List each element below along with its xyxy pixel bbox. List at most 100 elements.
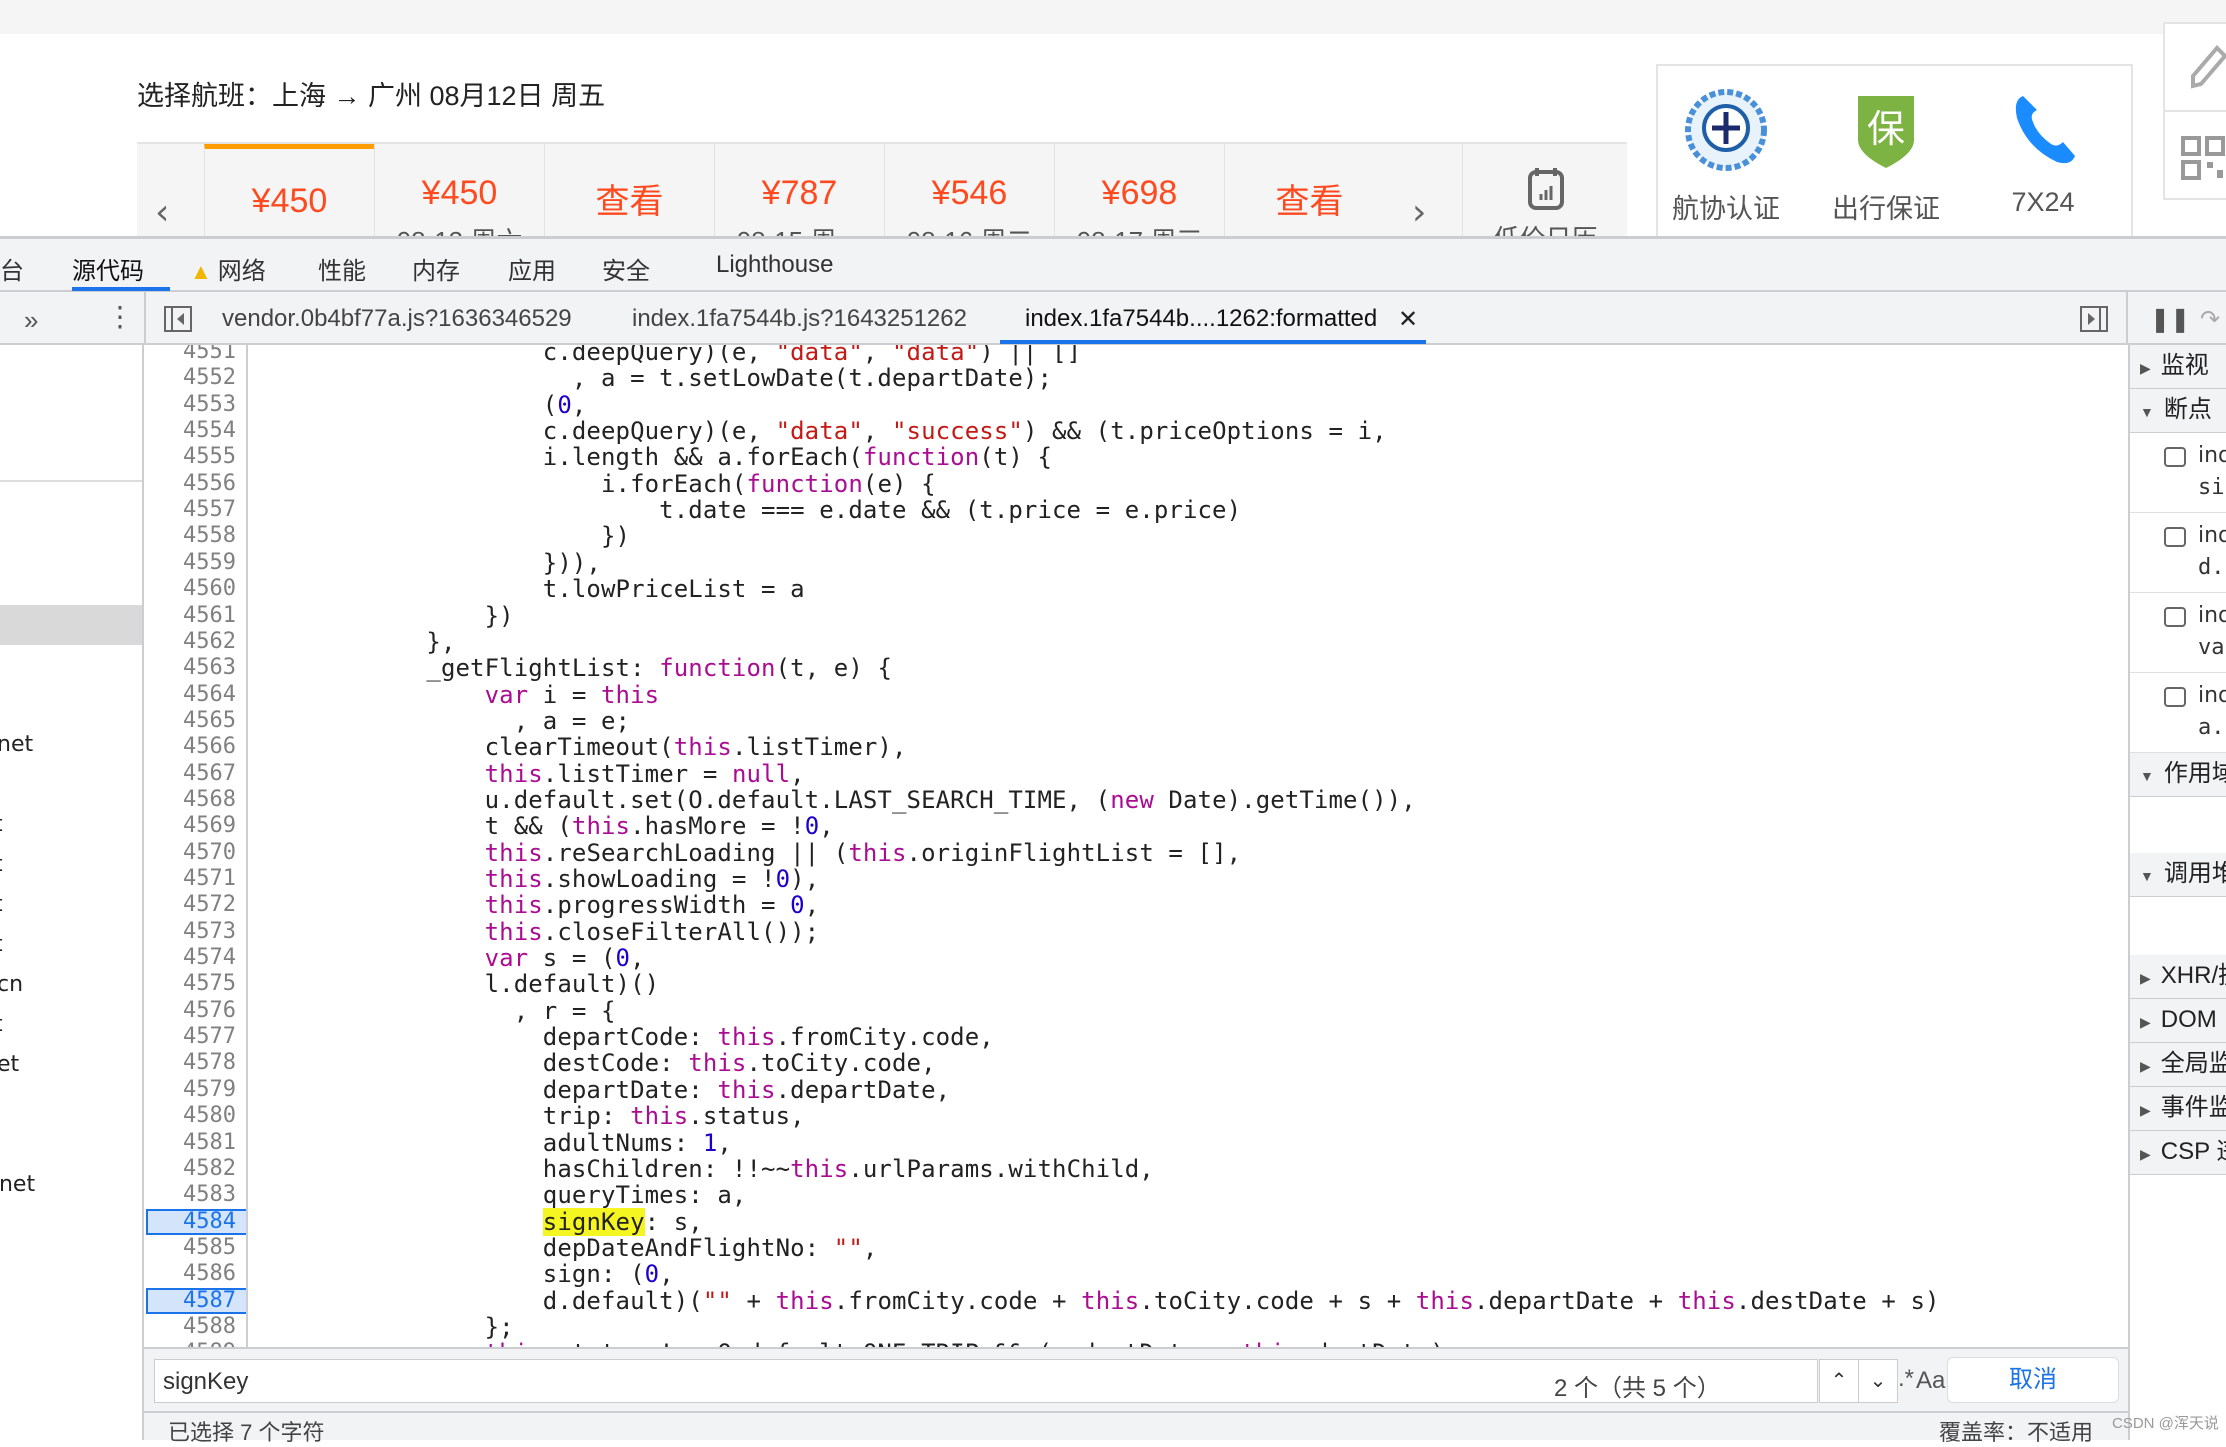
line-number[interactable]: 4586 [183,1261,236,1287]
date-tab[interactable]: 查看08-18 周四 [1224,144,1394,236]
sidebar-section[interactable]: ▶ DOM [2130,999,2226,1043]
breakpoint-item[interactable]: ind a. [2130,673,2226,753]
devtools-tab[interactable]: 性能 [318,251,366,286]
line-number[interactable]: 4580 [183,1103,236,1129]
breakpoint-item[interactable]: ind d. [2130,513,2226,593]
line-number[interactable]: 4573 [183,919,236,945]
line-number[interactable]: 4588 [183,1314,236,1340]
navigator-item[interactable]: et [0,1052,19,1077]
navigator-item[interactable]: cn [0,972,23,997]
devtools-tab[interactable]: 安全 [602,251,650,286]
match-case-button[interactable]: Aa [1916,1367,1945,1395]
devtools-tab[interactable]: 内存 [412,251,460,286]
line-number[interactable]: 4560 [183,576,236,602]
line-number[interactable]: 4578 [183,1050,236,1076]
devtools-tab[interactable]: 台 [0,251,24,286]
breakpoint-item[interactable]: ind va [2130,593,2226,673]
prev-arrow-icon[interactable]: ‹ [155,192,169,233]
date-tab[interactable]: ¥546 08-16 周二 [884,144,1054,236]
close-tab-icon[interactable]: ✕ [1398,305,1418,334]
more-options-icon[interactable]: ⋮ [106,300,134,333]
qr-code-icon[interactable] [2181,136,2225,180]
cancel-search-button[interactable]: 取消 [1947,1357,2119,1403]
line-number[interactable]: 4576 [183,998,236,1024]
line-number[interactable]: 4570 [183,840,236,866]
line-number[interactable]: 4575 [183,971,236,997]
file-tab-vendor[interactable]: vendor.0b4bf77a.js?1636346529 [222,305,572,333]
breakpoint-checkbox[interactable] [2164,687,2186,707]
navigator-item[interactable]: t [0,852,3,877]
breakpoint-checkbox[interactable] [2164,527,2186,547]
next-arrow-icon[interactable]: › [1412,192,1426,233]
toggle-navigator-icon[interactable] [164,306,192,332]
sidebar-section[interactable]: ▶ XHR/提 [2130,955,2226,999]
next-match-button[interactable]: ⌄ [1858,1359,1898,1403]
line-number[interactable]: 4577 [183,1024,236,1050]
line-number[interactable]: 4566 [183,734,236,760]
line-number[interactable]: 4552 [183,365,236,391]
line-number[interactable]: 4572 [183,892,236,918]
breakpoint-line-number[interactable]: 4587 [146,1287,246,1314]
regex-button[interactable]: .* [1898,1365,1914,1393]
line-number[interactable]: 4557 [183,497,236,523]
pause-icon[interactable]: ❚❚ [2150,305,2190,334]
date-tab[interactable]: ¥450 08-12 周五 [204,144,374,236]
devtools-tab[interactable]: Lighthouse [716,251,833,279]
navigator-item[interactable]: t [0,1012,3,1037]
sidebar-section[interactable]: ▼ 作用域 [2130,753,2226,797]
line-number[interactable]: 4567 [183,761,236,787]
devtools-tab[interactable]: ▲ 网络 [190,251,266,286]
file-tab-index[interactable]: index.1fa7544b.js?1643251262 [632,305,967,333]
navigator-item[interactable]: t [0,932,3,957]
sidebar-section[interactable]: ▶ CSP 违 [2130,1131,2226,1175]
line-number[interactable]: 4562 [183,629,236,655]
line-number[interactable]: 4558 [183,523,236,549]
sidebar-section[interactable]: ▶ 全局监 [2130,1043,2226,1087]
line-number[interactable]: 4563 [183,655,236,681]
line-number[interactable]: 4565 [183,708,236,734]
file-tab-formatted[interactable]: index.1fa7544b....1262:formatted [1025,305,1377,333]
navigator-item[interactable]: t [0,892,3,917]
date-tab[interactable]: ¥698 08-17 周三 [1054,144,1224,236]
line-number[interactable]: 4569 [183,813,236,839]
navigator-item[interactable]: net [0,732,33,757]
line-number[interactable]: 4585 [183,1235,236,1261]
sidebar-section[interactable]: ▼ 断点 [2130,389,2226,433]
devtools-tab[interactable]: 源代码 [72,251,144,286]
line-number[interactable]: 4564 [183,682,236,708]
date-tab[interactable]: ¥450 08-13 周六 [374,144,544,236]
sidebar-section[interactable]: ▶ 监视 [2130,345,2226,389]
line-number[interactable]: 4551 [183,345,236,365]
edit-pencil-icon[interactable] [2187,42,2226,92]
more-tabs-icon[interactable]: » [24,305,38,336]
date-tab[interactable]: 查看08-14 周日 [544,144,714,236]
line-number[interactable]: 4583 [183,1182,236,1208]
line-number[interactable]: 4571 [183,866,236,892]
breakpoint-checkbox[interactable] [2164,607,2186,627]
breakpoint-checkbox[interactable] [2164,447,2186,467]
line-number[interactable]: 4579 [183,1077,236,1103]
previous-match-button[interactable]: ⌃ [1819,1359,1859,1403]
line-number[interactable]: 4589 [183,1340,236,1347]
line-number[interactable]: 4556 [183,471,236,497]
date-tab[interactable]: ¥787 08-15 周一 [714,144,884,236]
sidebar-section[interactable]: ▶ 事件监 [2130,1087,2226,1131]
line-number[interactable]: 4561 [183,603,236,629]
breakpoint-line-number[interactable]: 4584 [146,1208,246,1235]
line-number[interactable]: 4555 [183,444,236,470]
sidebar-section[interactable]: ▼ 调用堆 [2130,853,2226,897]
line-number[interactable]: 4553 [183,392,236,418]
step-over-icon[interactable]: ↷ [2200,305,2220,334]
line-number[interactable]: 4581 [183,1130,236,1156]
selected-navigator-row[interactable] [0,605,142,645]
line-number[interactable]: 4554 [183,418,236,444]
navigator-item[interactable]: t [0,812,3,837]
line-number[interactable]: 4582 [183,1156,236,1182]
code-editor[interactable]: c.deepQuery)(e, "data", "data") || [] , … [248,345,2128,1347]
navigator-item[interactable]: .net [0,1172,35,1197]
breakpoint-item[interactable]: ind si [2130,433,2226,513]
line-number[interactable]: 4568 [183,787,236,813]
devtools-tab[interactable]: 应用 [508,251,556,286]
low-price-calendar-button[interactable]: 低价日历 [1462,144,1627,236]
toggle-debugger-icon[interactable] [2080,306,2108,332]
